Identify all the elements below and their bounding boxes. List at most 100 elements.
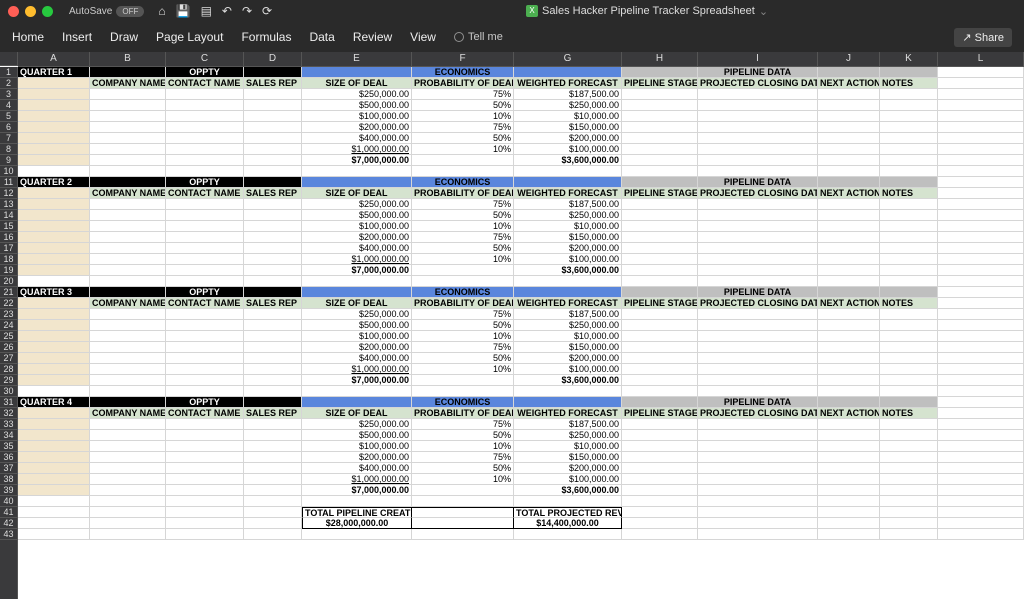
- cell[interactable]: [698, 452, 818, 463]
- row-header[interactable]: 9: [0, 155, 17, 166]
- row-header[interactable]: 11: [0, 177, 17, 188]
- cell[interactable]: [698, 342, 818, 353]
- row-header[interactable]: 26: [0, 342, 17, 353]
- cell[interactable]: $14,400,000.00: [514, 518, 622, 529]
- cell[interactable]: $3,600,000.00: [514, 485, 622, 496]
- cell[interactable]: [244, 529, 302, 540]
- row-header[interactable]: 34: [0, 430, 17, 441]
- cell[interactable]: [412, 265, 514, 276]
- cell[interactable]: [18, 342, 90, 353]
- cell[interactable]: QUARTER 3: [18, 287, 90, 298]
- col-header[interactable]: D: [244, 52, 302, 66]
- col-header[interactable]: L: [938, 52, 1024, 66]
- cell[interactable]: $250,000.00: [302, 419, 412, 430]
- cell[interactable]: [818, 342, 880, 353]
- cell[interactable]: [412, 166, 514, 177]
- cell[interactable]: [880, 463, 938, 474]
- tellme-search[interactable]: Tell me: [454, 31, 503, 43]
- cell[interactable]: [880, 474, 938, 485]
- cell[interactable]: [244, 419, 302, 430]
- cell[interactable]: [18, 298, 90, 309]
- cell[interactable]: $250,000.00: [514, 320, 622, 331]
- cell[interactable]: [244, 122, 302, 133]
- cell[interactable]: [166, 111, 244, 122]
- sync-icon[interactable]: ⟳: [262, 4, 272, 18]
- cell[interactable]: [90, 507, 166, 518]
- cell[interactable]: [166, 89, 244, 100]
- cell[interactable]: [818, 177, 880, 188]
- cell[interactable]: [622, 122, 698, 133]
- cell[interactable]: [698, 210, 818, 221]
- cell[interactable]: 50%: [412, 430, 514, 441]
- cell[interactable]: 50%: [412, 210, 514, 221]
- cell[interactable]: [622, 507, 698, 518]
- cell[interactable]: [818, 430, 880, 441]
- cell[interactable]: [880, 100, 938, 111]
- cell[interactable]: [622, 441, 698, 452]
- cell[interactable]: [244, 309, 302, 320]
- cell[interactable]: OPPTY: [166, 397, 244, 408]
- cell[interactable]: [880, 430, 938, 441]
- cell[interactable]: [166, 529, 244, 540]
- row-header[interactable]: 31: [0, 397, 17, 408]
- cell[interactable]: [698, 276, 818, 287]
- cell[interactable]: $187,500.00: [514, 419, 622, 430]
- cell[interactable]: [880, 452, 938, 463]
- cell[interactable]: [166, 331, 244, 342]
- cell[interactable]: [18, 221, 90, 232]
- cell[interactable]: [18, 364, 90, 375]
- cell[interactable]: [90, 320, 166, 331]
- cell[interactable]: [166, 375, 244, 386]
- cell[interactable]: [818, 375, 880, 386]
- cell[interactable]: $100,000.00: [514, 144, 622, 155]
- cell[interactable]: PROJECTED CLOSING DATE: [698, 298, 818, 309]
- cell[interactable]: $500,000.00: [302, 320, 412, 331]
- cell[interactable]: $10,000.00: [514, 221, 622, 232]
- cell[interactable]: [818, 331, 880, 342]
- cell[interactable]: [880, 199, 938, 210]
- cell[interactable]: [938, 122, 1024, 133]
- cell[interactable]: [818, 320, 880, 331]
- tab-page-layout[interactable]: Page Layout: [156, 30, 223, 44]
- cell[interactable]: [880, 67, 938, 78]
- cell[interactable]: [302, 166, 412, 177]
- cell[interactable]: [18, 474, 90, 485]
- cell[interactable]: [818, 386, 880, 397]
- cell[interactable]: [622, 287, 698, 298]
- cell[interactable]: [622, 111, 698, 122]
- cell[interactable]: [818, 254, 880, 265]
- cell[interactable]: SALES REP: [244, 78, 302, 89]
- cell[interactable]: [698, 89, 818, 100]
- cell[interactable]: [244, 89, 302, 100]
- cell[interactable]: [514, 529, 622, 540]
- cell[interactable]: [938, 188, 1024, 199]
- cell[interactable]: [938, 474, 1024, 485]
- cell[interactable]: [412, 529, 514, 540]
- cell[interactable]: SIZE OF DEAL: [302, 188, 412, 199]
- cell[interactable]: [90, 67, 166, 78]
- row-header[interactable]: 42: [0, 518, 17, 529]
- cell[interactable]: [698, 529, 818, 540]
- cell[interactable]: [818, 287, 880, 298]
- cell[interactable]: [622, 210, 698, 221]
- cell[interactable]: PROBABILITY OF DEAL: [412, 188, 514, 199]
- cell[interactable]: PROJECTED CLOSING DATE: [698, 78, 818, 89]
- cell[interactable]: [938, 89, 1024, 100]
- cell[interactable]: $1,000,000.00: [302, 254, 412, 265]
- cell[interactable]: [622, 144, 698, 155]
- cell[interactable]: [166, 507, 244, 518]
- cell[interactable]: [622, 133, 698, 144]
- cell[interactable]: CONTACT NAME: [166, 298, 244, 309]
- cell[interactable]: [938, 100, 1024, 111]
- cell[interactable]: [938, 67, 1024, 78]
- cell[interactable]: [698, 364, 818, 375]
- cell[interactable]: [90, 430, 166, 441]
- cell[interactable]: PIPELINE DATA: [698, 287, 818, 298]
- cell[interactable]: [166, 342, 244, 353]
- cell[interactable]: [166, 166, 244, 177]
- cell[interactable]: PIPELINE STAGE: [622, 298, 698, 309]
- cell[interactable]: OPPTY: [166, 177, 244, 188]
- cell[interactable]: [938, 166, 1024, 177]
- cell[interactable]: [302, 287, 412, 298]
- cell[interactable]: [818, 485, 880, 496]
